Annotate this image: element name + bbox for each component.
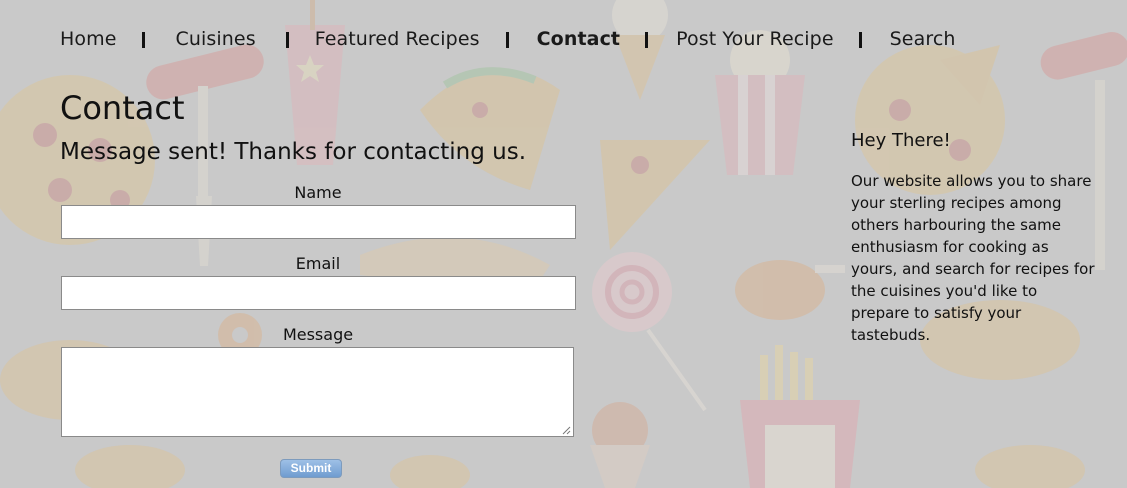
nav-separator <box>141 32 145 48</box>
nav-featured-recipes[interactable]: Featured Recipes <box>315 27 480 51</box>
name-input[interactable] <box>61 205 576 239</box>
nav-cuisines[interactable]: Cuisines <box>176 27 256 51</box>
email-label: Email <box>295 254 341 273</box>
resize-grip-icon[interactable] <box>562 426 571 435</box>
nav-search[interactable]: Search <box>890 27 956 51</box>
nav-post-your-recipe[interactable]: Post Your Recipe <box>676 27 834 51</box>
status-message: Message sent! Thanks for contacting us. <box>60 139 527 165</box>
sidebar-description: Our website allows you to share your ste… <box>851 172 1095 344</box>
nav-contact[interactable]: Contact <box>537 27 620 51</box>
message-field-wrapper <box>60 347 574 437</box>
sidebar-heading: Hey There! <box>851 130 951 151</box>
submit-button[interactable]: Submit <box>280 459 342 478</box>
nav-separator <box>505 32 509 48</box>
nav-home[interactable]: Home <box>60 27 117 51</box>
sidebar: Hey There! Our website allows you to sha… <box>851 129 1099 346</box>
message-label: Message <box>282 325 354 344</box>
page-title: Contact <box>60 89 185 127</box>
name-label: Name <box>294 183 342 202</box>
email-input[interactable] <box>61 276 576 310</box>
top-navigation: Home Cuisines Featured Recipes Contact P… <box>60 27 956 51</box>
message-textarea[interactable] <box>61 347 574 437</box>
nav-separator <box>285 32 289 48</box>
nav-separator <box>645 32 649 48</box>
contact-form: Name Email Message <box>60 183 576 437</box>
nav-separator <box>858 32 862 48</box>
